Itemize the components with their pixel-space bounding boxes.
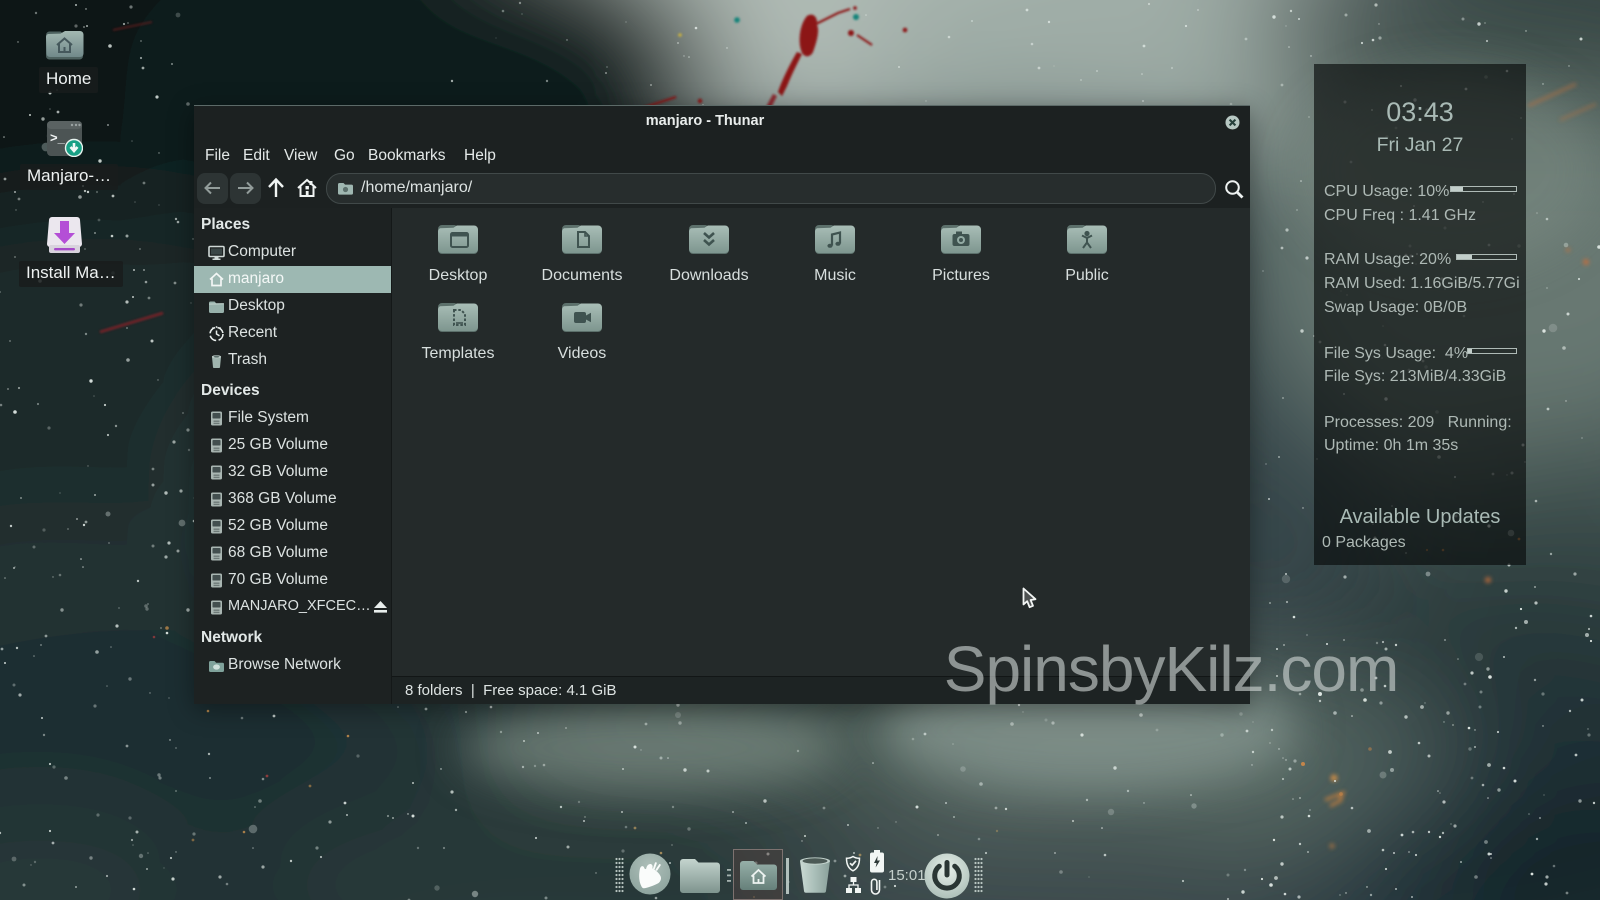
svg-text:>_: >_ xyxy=(50,130,66,145)
